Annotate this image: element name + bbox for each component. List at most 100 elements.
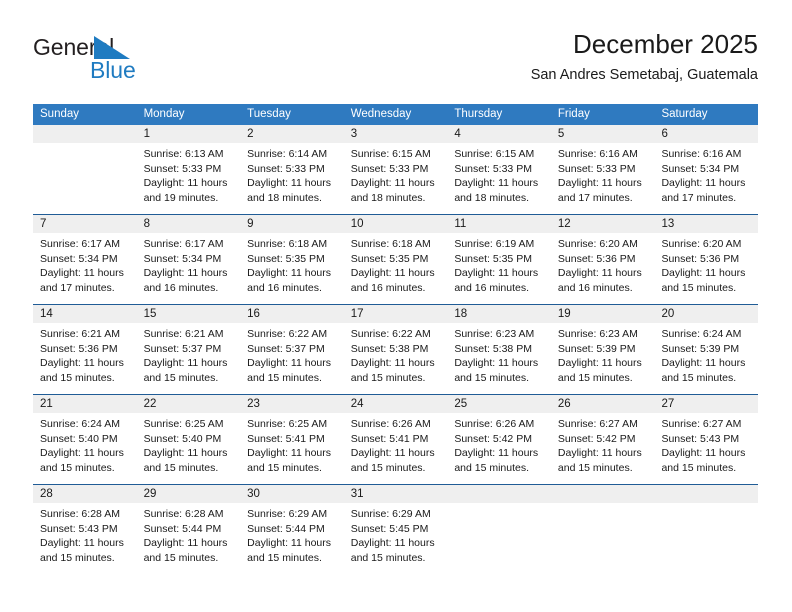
- day-detail-line: Sunrise: 6:28 AM: [143, 508, 224, 520]
- day-cell-empty: [654, 503, 758, 574]
- day-cell[interactable]: Sunrise: 6:25 AM Sunset: 5:40 PM Daylight:…: [137, 413, 241, 484]
- day-detail-line: and 16 minutes.: [557, 281, 633, 294]
- day-cell[interactable]: Sunrise: 6:16 AM Sunset: 5:34 PM Daylight:…: [654, 143, 758, 214]
- day-detail-line: Daylight: 11 hours: [661, 357, 746, 370]
- day-cell[interactable]: Sunrise: 6:22 AM Sunset: 5:38 PM Daylight:…: [344, 323, 448, 394]
- day-number[interactable]: 13: [654, 215, 758, 233]
- day-number[interactable]: 5: [551, 125, 655, 143]
- day-cell[interactable]: Sunrise: 6:28 AM Sunset: 5:43 PM Daylight:…: [33, 503, 137, 574]
- day-number[interactable]: 23: [240, 395, 344, 413]
- day-cell[interactable]: Sunrise: 6:28 AM Sunset: 5:44 PM Daylight:…: [137, 503, 241, 574]
- day-detail-line: Sunrise: 6:13 AM: [143, 148, 224, 160]
- day-number[interactable]: 26: [551, 395, 655, 413]
- day-detail-line: Sunset: 5:34 PM: [661, 162, 740, 175]
- day-number[interactable]: 31: [344, 485, 448, 503]
- day-cell[interactable]: Sunrise: 6:19 AM Sunset: 5:35 PM Daylight:…: [447, 233, 551, 304]
- day-cell[interactable]: Sunrise: 6:21 AM Sunset: 5:37 PM Daylight:…: [137, 323, 241, 394]
- day-detail-line: Daylight: 11 hours: [454, 447, 539, 460]
- day-cell[interactable]: Sunrise: 6:29 AM Sunset: 5:44 PM Daylight:…: [240, 503, 344, 574]
- calendar-week-row: 21 22 23 24 25 26 27 Sunrise: 6:24 AM Sunset: 5:…: [33, 394, 758, 484]
- day-number[interactable]: 9: [240, 215, 344, 233]
- day-cell[interactable]: Sunrise: 6:22 AM Sunset: 5:37 PM Daylight:…: [240, 323, 344, 394]
- day-cell-empty: [33, 143, 137, 214]
- day-cell[interactable]: Sunrise: 6:16 AM Sunset: 5:33 PM Daylight:…: [551, 143, 655, 214]
- day-number[interactable]: 12: [551, 215, 655, 233]
- day-detail-line: Daylight: 11 hours: [143, 447, 228, 460]
- day-number[interactable]: 24: [344, 395, 448, 413]
- day-cell[interactable]: Sunrise: 6:21 AM Sunset: 5:36 PM Daylight:…: [33, 323, 137, 394]
- day-number[interactable]: 8: [137, 215, 241, 233]
- week-detail-band: Sunrise: 6:17 AM Sunset: 5:34 PM Daylight:…: [33, 233, 758, 304]
- week-date-number-band: 21 22 23 24 25 26 27: [33, 395, 758, 413]
- day-cell[interactable]: Sunrise: 6:17 AM Sunset: 5:34 PM Daylight:…: [33, 233, 137, 304]
- day-detail-line: Sunrise: 6:23 AM: [454, 328, 535, 340]
- weekday-header-monday: Monday: [143, 108, 185, 120]
- day-cell[interactable]: Sunrise: 6:23 AM Sunset: 5:39 PM Daylight:…: [551, 323, 655, 394]
- calendar-week-row: 7 8 9 10 11 12 13 Sunrise: 6:17 AM Sunset: 5:34 …: [33, 214, 758, 304]
- day-number[interactable]: 3: [344, 125, 448, 143]
- day-number[interactable]: 11: [447, 215, 551, 233]
- day-detail-line: Sunrise: 6:27 AM: [661, 418, 742, 430]
- day-cell[interactable]: Sunrise: 6:27 AM Sunset: 5:43 PM Daylight:…: [654, 413, 758, 484]
- day-number[interactable]: 17: [344, 305, 448, 323]
- day-number[interactable]: 10: [344, 215, 448, 233]
- day-cell[interactable]: Sunrise: 6:24 AM Sunset: 5:40 PM Daylight:…: [33, 413, 137, 484]
- day-detail-line: Sunrise: 6:21 AM: [40, 328, 120, 340]
- day-number[interactable]: 27: [654, 395, 758, 413]
- day-detail-line: Sunrise: 6:24 AM: [661, 328, 742, 340]
- day-number[interactable]: 29: [137, 485, 241, 503]
- day-cell[interactable]: Sunrise: 6:24 AM Sunset: 5:39 PM Daylight:…: [654, 323, 758, 394]
- day-detail-line: Daylight: 11 hours: [143, 177, 228, 190]
- day-detail-line: and 15 minutes.: [454, 371, 530, 384]
- day-cell[interactable]: Sunrise: 6:27 AM Sunset: 5:42 PM Daylight:…: [551, 413, 655, 484]
- day-detail-line: Daylight: 11 hours: [350, 177, 435, 190]
- day-detail-line: Sunset: 5:35 PM: [454, 252, 532, 265]
- general-blue-logo[interactable]: General Blue: [33, 34, 263, 92]
- day-detail-line: and 15 minutes.: [40, 461, 115, 474]
- day-cell[interactable]: Sunrise: 6:29 AM Sunset: 5:45 PM Daylight:…: [344, 503, 448, 574]
- day-cell[interactable]: Sunrise: 6:13 AM Sunset: 5:33 PM Daylight:…: [137, 143, 241, 214]
- day-number[interactable]: 18: [447, 305, 551, 323]
- day-number[interactable]: 20: [654, 305, 758, 323]
- day-number[interactable]: 16: [240, 305, 344, 323]
- day-number[interactable]: 21: [33, 395, 137, 413]
- day-detail-line: Sunrise: 6:21 AM: [143, 328, 224, 340]
- day-detail-line: Sunset: 5:40 PM: [143, 432, 222, 445]
- day-cell[interactable]: Sunrise: 6:26 AM Sunset: 5:42 PM Daylight:…: [447, 413, 551, 484]
- day-number[interactable]: 15: [137, 305, 241, 323]
- day-number[interactable]: 14: [33, 305, 137, 323]
- day-detail-line: Sunrise: 6:17 AM: [143, 238, 224, 250]
- day-cell[interactable]: Sunrise: 6:26 AM Sunset: 5:41 PM Daylight:…: [344, 413, 448, 484]
- day-cell[interactable]: Sunrise: 6:15 AM Sunset: 5:33 PM Daylight:…: [447, 143, 551, 214]
- day-number[interactable]: 7: [33, 215, 137, 233]
- day-number[interactable]: 22: [137, 395, 241, 413]
- day-number[interactable]: 28: [33, 485, 137, 503]
- day-cell[interactable]: Sunrise: 6:18 AM Sunset: 5:35 PM Daylight:…: [344, 233, 448, 304]
- day-cell[interactable]: Sunrise: 6:25 AM Sunset: 5:41 PM Daylight:…: [240, 413, 344, 484]
- day-number[interactable]: 19: [551, 305, 655, 323]
- day-number[interactable]: 2: [240, 125, 344, 143]
- day-detail-line: and 18 minutes.: [454, 191, 530, 204]
- day-cell[interactable]: Sunrise: 6:18 AM Sunset: 5:35 PM Daylight:…: [240, 233, 344, 304]
- day-detail-line: and 19 minutes.: [143, 191, 219, 204]
- day-number[interactable]: 25: [447, 395, 551, 413]
- day-cell[interactable]: Sunrise: 6:14 AM Sunset: 5:33 PM Daylight:…: [240, 143, 344, 214]
- day-detail-line: Daylight: 11 hours: [454, 177, 539, 190]
- day-number[interactable]: 6: [654, 125, 758, 143]
- day-detail-line: and 18 minutes.: [350, 191, 426, 204]
- day-detail-line: Daylight: 11 hours: [143, 537, 228, 550]
- day-detail-line: Sunset: 5:41 PM: [350, 432, 429, 445]
- day-number[interactable]: 4: [447, 125, 551, 143]
- day-cell[interactable]: Sunrise: 6:23 AM Sunset: 5:38 PM Daylight:…: [447, 323, 551, 394]
- day-number[interactable]: 1: [137, 125, 241, 143]
- day-cell[interactable]: Sunrise: 6:15 AM Sunset: 5:33 PM Daylight:…: [344, 143, 448, 214]
- page-header: General Blue December 2025 San Andres Se…: [33, 28, 758, 98]
- day-detail-line: Daylight: 11 hours: [247, 177, 332, 190]
- day-cell[interactable]: Sunrise: 6:17 AM Sunset: 5:34 PM Daylight:…: [137, 233, 241, 304]
- day-number[interactable]: 30: [240, 485, 344, 503]
- day-cell[interactable]: Sunrise: 6:20 AM Sunset: 5:36 PM Daylight:…: [654, 233, 758, 304]
- day-cell[interactable]: Sunrise: 6:20 AM Sunset: 5:36 PM Daylight:…: [551, 233, 655, 304]
- day-detail-line: Daylight: 11 hours: [454, 357, 539, 370]
- day-detail-line: Sunset: 5:45 PM: [350, 522, 429, 535]
- day-detail-line: Sunset: 5:33 PM: [143, 162, 222, 175]
